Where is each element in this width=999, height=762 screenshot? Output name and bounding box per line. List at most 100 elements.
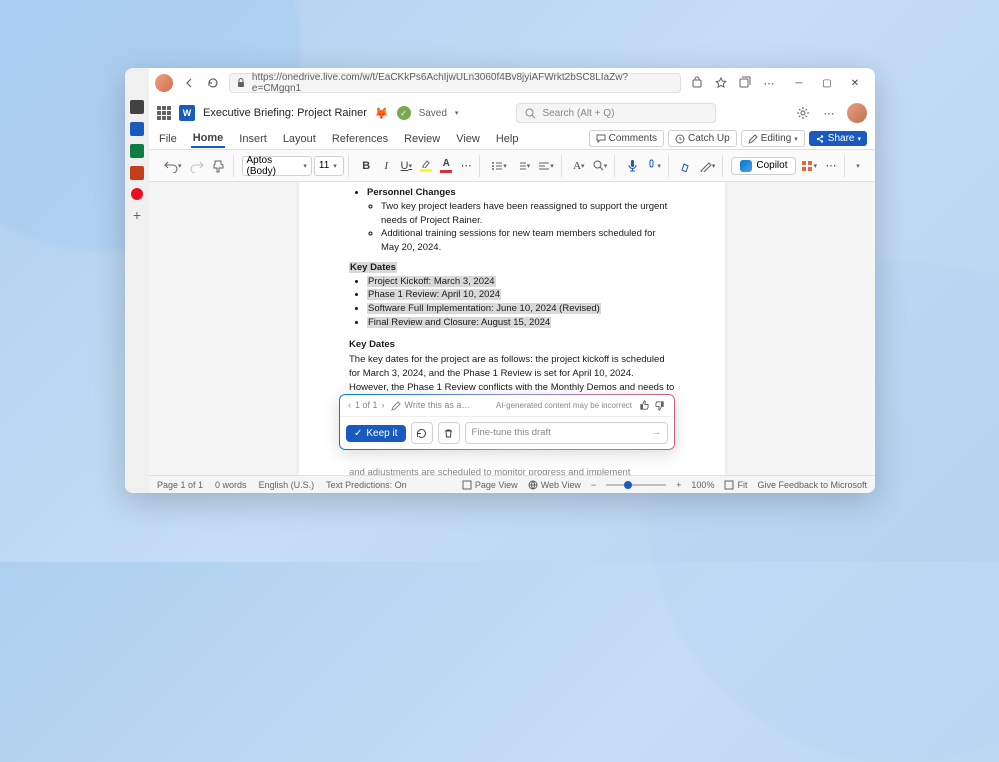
designer-button[interactable]: ▾: [697, 156, 719, 176]
feedback-link[interactable]: Give Feedback to Microsoft: [757, 480, 867, 490]
word-logo-icon[interactable]: W: [179, 105, 195, 121]
maximize-button[interactable]: ▢: [813, 73, 841, 93]
font-size-select[interactable]: 11▾: [314, 156, 344, 176]
sidebar-excel-icon[interactable]: [130, 144, 144, 158]
sidebar-home-icon[interactable]: [130, 100, 144, 114]
close-button[interactable]: ✕: [841, 73, 869, 93]
thumbs-up-icon[interactable]: [638, 400, 649, 411]
web-view-button[interactable]: Web View: [528, 480, 581, 490]
format-painter-button[interactable]: [209, 156, 229, 176]
tab-view[interactable]: View: [454, 131, 482, 147]
share-button[interactable]: Share ▾: [809, 131, 867, 146]
collections-icon[interactable]: [737, 75, 753, 91]
tab-file[interactable]: File: [157, 131, 179, 147]
section-keydates-highlighted: Key Dates: [349, 262, 397, 273]
section-personnel: Personnel Changes: [367, 187, 456, 198]
font-color-button[interactable]: A: [437, 156, 455, 176]
bullets-button[interactable]: ▾: [488, 156, 510, 176]
find-button[interactable]: ▾: [590, 156, 611, 176]
page-view-button[interactable]: Page View: [462, 480, 518, 490]
tab-references[interactable]: References: [330, 131, 390, 147]
browser-titlebar: https://onedrive.live.com/w/t/EaCKkPs6Ac…: [149, 68, 875, 98]
discard-button[interactable]: [438, 422, 460, 444]
ribbon-toolbar: ▾ Aptos (Body)▾ 11▾ B I U▾ A ⋯ ▾ ▾ ▾: [149, 150, 875, 182]
minimize-button[interactable]: ─: [785, 73, 813, 93]
pager-prev-icon[interactable]: ‹: [348, 399, 351, 412]
tab-home[interactable]: Home: [191, 130, 226, 148]
pencil-icon: [748, 134, 758, 144]
profile-avatar[interactable]: [155, 74, 173, 92]
sidebar-word-icon[interactable]: [130, 122, 144, 136]
ghost-paragraph: and adjustments are scheduled to monitor…: [349, 466, 675, 475]
styles-button[interactable]: A▾: [570, 156, 588, 176]
toolbar-more-button[interactable]: ⋯: [822, 156, 840, 176]
voice-button[interactable]: ▾: [643, 156, 664, 176]
language-status[interactable]: English (U.S.): [259, 480, 315, 490]
dictate-button[interactable]: [623, 156, 641, 176]
keep-it-button[interactable]: ✓Keep it: [346, 425, 406, 442]
bold-button[interactable]: B: [357, 156, 375, 176]
list-item: Project Kickoff: March 3, 2024: [367, 276, 496, 287]
more-font-button[interactable]: ⋯: [457, 156, 475, 176]
highlight-button[interactable]: [417, 156, 435, 176]
pager-next-icon[interactable]: ›: [382, 399, 385, 412]
back-button[interactable]: [181, 75, 197, 91]
editor-button[interactable]: [677, 156, 695, 176]
ribbon-collapse-button[interactable]: ▾: [849, 156, 867, 176]
section-keydates: Key Dates: [349, 338, 675, 352]
user-avatar[interactable]: [847, 103, 867, 123]
favorites-icon[interactable]: [713, 75, 729, 91]
page-count[interactable]: Page 1 of 1: [157, 480, 203, 490]
comment-icon: [596, 134, 606, 144]
tab-review[interactable]: Review: [402, 131, 442, 147]
header-more-icon[interactable]: ⋯: [821, 105, 837, 121]
underline-button[interactable]: U▾: [397, 156, 415, 176]
sidebar-powerpoint-icon[interactable]: [130, 166, 144, 180]
regenerate-button[interactable]: [411, 422, 433, 444]
word-count[interactable]: 0 words: [215, 480, 247, 490]
url-text: https://onedrive.live.com/w/t/EaCKkPs6Ac…: [252, 72, 674, 94]
tab-help[interactable]: Help: [494, 131, 521, 147]
numbering-button[interactable]: ▾: [512, 156, 534, 176]
draft-hint-text[interactable]: Write this as a…: [405, 399, 471, 412]
more-icon[interactable]: ⋯: [761, 75, 777, 91]
copilot-button[interactable]: Copilot: [731, 157, 796, 175]
editing-button[interactable]: Editing ▾: [741, 130, 805, 147]
saved-status[interactable]: Saved: [419, 108, 447, 119]
tab-layout[interactable]: Layout: [281, 131, 318, 147]
undo-button[interactable]: ▾: [161, 156, 185, 176]
zoom-in-button[interactable]: +: [676, 480, 681, 490]
comments-button[interactable]: Comments: [589, 130, 664, 147]
zoom-slider[interactable]: [606, 484, 666, 486]
fit-button[interactable]: Fit: [724, 480, 747, 490]
sidebar-app-icon[interactable]: [131, 188, 143, 200]
addins-button[interactable]: ▾: [798, 156, 820, 176]
font-select[interactable]: Aptos (Body)▾: [242, 156, 312, 176]
italic-button[interactable]: I: [377, 156, 395, 176]
list-item: Two key project leaders have been reassi…: [381, 200, 675, 228]
refresh-button[interactable]: [205, 75, 221, 91]
search-input[interactable]: Search (Alt + Q): [516, 103, 716, 123]
chevron-down-icon[interactable]: ▾: [455, 109, 459, 117]
redo-button[interactable]: [187, 156, 207, 176]
document-canvas[interactable]: Personnel Changes Two key project leader…: [149, 182, 875, 475]
submit-icon[interactable]: →: [652, 426, 662, 440]
sidebar-add-icon[interactable]: +: [130, 208, 144, 222]
zoom-out-button[interactable]: −: [591, 480, 596, 490]
align-button[interactable]: ▾: [535, 156, 557, 176]
app-launcher-icon[interactable]: [157, 106, 171, 120]
fine-tune-input[interactable]: Fine-tune this draft →: [465, 422, 668, 444]
document-page[interactable]: Personnel Changes Two key project leader…: [299, 182, 725, 475]
settings-icon[interactable]: [795, 105, 811, 121]
zoom-level[interactable]: 100%: [691, 480, 714, 490]
share-icon: [815, 134, 825, 144]
list-item: Phase 1 Review: April 10, 2024: [367, 289, 501, 300]
thumbs-down-icon[interactable]: [655, 400, 666, 411]
document-title[interactable]: Executive Briefing: Project Rainer: [203, 107, 367, 119]
predictions-status[interactable]: Text Predictions: On: [326, 480, 407, 490]
catchup-button[interactable]: Catch Up: [668, 130, 737, 147]
shopping-icon[interactable]: [689, 75, 705, 91]
tab-insert[interactable]: Insert: [237, 131, 269, 147]
status-bar: Page 1 of 1 0 words English (U.S.) Text …: [149, 475, 875, 493]
address-bar[interactable]: https://onedrive.live.com/w/t/EaCKkPs6Ac…: [229, 73, 681, 93]
